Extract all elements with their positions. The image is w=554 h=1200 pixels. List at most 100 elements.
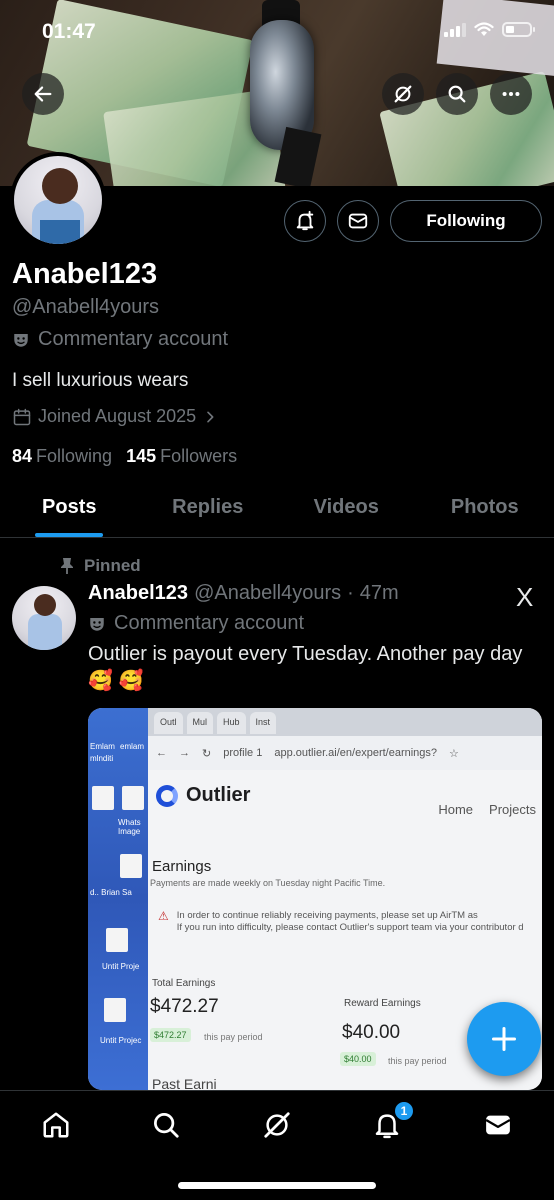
media-browser-tab: Hub — [217, 712, 246, 734]
media-browser-tabs: Outl Mul Hub Inst — [148, 708, 542, 736]
pinned-indicator: Pinned — [60, 556, 141, 576]
calendar-icon — [13, 408, 31, 425]
more-options-button[interactable] — [490, 73, 532, 115]
media-desktop-label: Whats Image — [118, 818, 141, 836]
theater-mask-icon — [14, 333, 28, 347]
media-total-value: $472.27 — [150, 996, 219, 1017]
profile-tabs: Posts Replies Videos Photos — [0, 486, 554, 538]
back-button[interactable] — [22, 73, 64, 115]
media-address-bar: ← → ↻ profile 1 app.outlier.ai/en/expert… — [148, 736, 542, 770]
outlier-logo-icon — [156, 784, 178, 807]
post-header: Anabel123 @Anabell4yours · 47m — [88, 582, 399, 605]
profile-handle: @Anabell4yours — [12, 296, 160, 318]
post-account-label: Commentary account — [88, 612, 304, 635]
media-browser-tab: Outl — [154, 712, 183, 734]
media-total-label: Total Earnings — [152, 978, 216, 989]
post-text: Outlier is payout every Tuesday. Another… — [88, 643, 523, 692]
home-indicator — [178, 1182, 376, 1189]
home-icon — [43, 1112, 69, 1138]
pin-icon — [61, 558, 73, 574]
tab-posts[interactable]: Posts — [0, 486, 139, 537]
media-nav-home: Home — [438, 802, 474, 817]
wifi-icon — [474, 22, 494, 36]
nav-grok[interactable] — [254, 1105, 300, 1145]
media-desktop-strip: Emlam emlam mlnditi Whats Image d.. Bria… — [88, 708, 148, 1090]
media-reward-chip: $40.00 — [340, 1052, 376, 1066]
following-count: 84 — [12, 446, 33, 466]
post-account-label-text: Commentary account — [114, 612, 305, 634]
message-button[interactable] — [337, 200, 379, 242]
media-warning-line: In order to continue reliably receiving … — [176, 910, 478, 921]
media-desktop-label: Emlam — [90, 742, 115, 751]
media-forward-icon: → — [179, 747, 190, 759]
status-bar: 01:47 — [0, 0, 554, 66]
bell-plus-icon — [296, 210, 314, 231]
profile-joined[interactable]: Joined August 2025 — [12, 406, 218, 427]
more-horizontal-icon — [502, 91, 520, 97]
followers-label: Followers — [160, 446, 238, 466]
media-brand-name: Outlier — [186, 784, 251, 806]
media-nav-links: Home Projects — [438, 802, 536, 817]
x-logo-icon[interactable]: X — [516, 582, 533, 613]
status-time: 01:47 — [42, 20, 96, 43]
tab-replies[interactable]: Replies — [139, 486, 278, 537]
media-warning: ⚠ In order to continue reliably receivin… — [158, 910, 538, 934]
theater-mask-icon — [90, 617, 104, 631]
media-profile-label: profile 1 — [223, 747, 263, 759]
following-stat[interactable]: 84 Following — [12, 446, 112, 467]
media-earnings-subtitle: Payments are made weekly on Tuesday nigh… — [150, 878, 386, 888]
media-desktop-label: d.. Brian Sa — [90, 888, 132, 897]
media-nav-projects: Projects — [489, 802, 536, 817]
profile-avatar[interactable] — [10, 152, 106, 248]
warning-icon: ⚠ — [158, 909, 169, 923]
grok-icon — [264, 1112, 290, 1138]
avatar-figure-head — [42, 168, 78, 204]
post-separator: · — [347, 582, 354, 604]
arrow-left-icon — [34, 86, 52, 102]
nav-messages[interactable] — [475, 1105, 521, 1145]
grok-icon — [394, 85, 412, 103]
media-earnings-title: Earnings — [152, 858, 212, 875]
media-reward-period: this pay period — [388, 1056, 447, 1066]
nav-search[interactable] — [143, 1105, 189, 1145]
notifications-badge: 1 — [394, 1101, 414, 1121]
tab-photos[interactable]: Photos — [416, 486, 554, 537]
media-total-chip: $472.27 — [150, 1028, 191, 1042]
chevron-right-icon — [207, 411, 214, 422]
media-warning-line: If you run into difficulty, please conta… — [176, 922, 524, 933]
account-label-text: Commentary account — [38, 328, 229, 350]
followers-stat[interactable]: 145 Followers — [126, 446, 237, 467]
post-timestamp[interactable]: 47m — [360, 582, 399, 605]
plus-icon — [491, 1026, 517, 1052]
tab-videos[interactable]: Videos — [277, 486, 416, 537]
battery-icon — [502, 22, 535, 37]
search-button[interactable] — [436, 73, 478, 115]
media-brand: Outlier — [156, 784, 250, 807]
media-file-icon — [120, 854, 142, 878]
post-author-avatar[interactable] — [12, 586, 76, 650]
status-icons — [444, 22, 535, 37]
following-label: Following — [36, 446, 113, 466]
grok-button[interactable] — [382, 73, 424, 115]
post-avatar-figure-body — [28, 614, 62, 650]
notify-button[interactable] — [284, 200, 326, 242]
profile-account-label[interactable]: Commentary account — [12, 328, 228, 351]
profile-display-name: Anabel123 — [12, 258, 158, 290]
post-author-handle[interactable]: @Anabell4yours — [194, 582, 341, 605]
media-browser-tab: Mul — [186, 712, 214, 734]
compose-button[interactable] — [467, 1002, 541, 1076]
media-file-icon — [106, 928, 128, 952]
avatar-figure-legs — [40, 220, 80, 244]
media-reward-value: $40.00 — [342, 1022, 401, 1043]
search-icon — [448, 85, 466, 103]
media-past-earnings-label: Past Earni — [152, 1076, 217, 1090]
post-author-name[interactable]: Anabel123 — [88, 582, 188, 605]
profile-stats: 84 Following 145 Followers — [12, 446, 237, 467]
media-desktop-label: Untit Projec — [100, 1036, 142, 1045]
media-back-icon: ← — [156, 747, 167, 759]
media-url: app.outlier.ai/en/expert/earnings? — [274, 747, 438, 759]
media-star-icon: ☆ — [449, 747, 459, 760]
media-file-icon — [122, 786, 144, 810]
following-button[interactable]: Following — [390, 200, 542, 242]
nav-home[interactable] — [33, 1105, 79, 1145]
